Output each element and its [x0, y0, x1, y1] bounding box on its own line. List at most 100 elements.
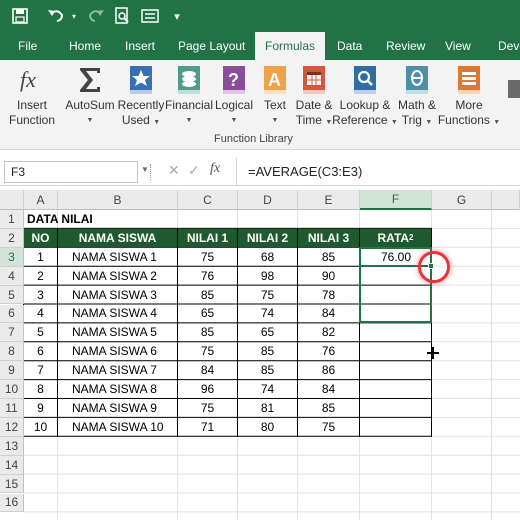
row-header-10[interactable]: 10	[0, 380, 24, 399]
text-button[interactable]: A Text ▼	[258, 64, 292, 136]
cell-nilai-2[interactable]: 74	[238, 380, 297, 398]
cell-rata[interactable]	[360, 342, 431, 360]
tab-review[interactable]: Review	[386, 32, 425, 60]
tab-home[interactable]: Home	[69, 32, 101, 60]
recently-used-button[interactable]: Recently Used ▼	[118, 64, 164, 136]
lookup-reference-button[interactable]: Lookup & Reference ▼	[332, 64, 398, 136]
cell-nama[interactable]: NAMA SISWA 8	[58, 380, 177, 398]
cell-nama[interactable]: NAMA SISWA 6	[58, 342, 177, 360]
cell-nilai-1[interactable]: 84	[178, 361, 237, 379]
cell-nilai-2[interactable]: 65	[238, 323, 297, 341]
column-header-b[interactable]: B	[58, 190, 178, 210]
cell-no[interactable]: 3	[24, 286, 57, 304]
cell-nilai-1[interactable]: 85	[178, 286, 237, 304]
header-nilai-2[interactable]: NILAI 2	[238, 228, 297, 247]
print-preview-icon[interactable]	[110, 4, 134, 28]
column-header-e[interactable]: E	[298, 190, 360, 210]
row-header-3[interactable]: 3	[0, 247, 24, 267]
cell-nilai-3[interactable]: 85	[298, 248, 359, 266]
formula-input[interactable]: =AVERAGE(C3:E3)	[248, 158, 362, 186]
column-header-h[interactable]	[492, 190, 520, 210]
cell-rata[interactable]	[360, 380, 431, 398]
logical-button[interactable]: ? Logical ▼	[212, 64, 256, 136]
cell-no[interactable]: 7	[24, 361, 57, 379]
cell-no[interactable]: 8	[24, 380, 57, 398]
select-all-corner[interactable]	[0, 190, 24, 210]
insert-function-icon[interactable]: fx	[210, 161, 220, 177]
cell-rata[interactable]	[360, 418, 431, 436]
cell-nama[interactable]: NAMA SISWA 4	[58, 305, 177, 323]
cell-no[interactable]: 9	[24, 399, 57, 417]
cell-nilai-1[interactable]: 85	[178, 323, 237, 341]
cell-no[interactable]: 2	[24, 267, 57, 285]
autosum-button[interactable]: AutoSum ▼	[64, 64, 116, 136]
cell-no[interactable]: 5	[24, 323, 57, 341]
cell-nama[interactable]: NAMA SISWA 3	[58, 286, 177, 304]
cell-nama[interactable]: NAMA SISWA 9	[58, 399, 177, 417]
cell-nilai-3[interactable]: 85	[298, 399, 359, 417]
cell-nilai-2[interactable]: 74	[238, 305, 297, 323]
cell-nilai-3[interactable]: 90	[298, 267, 359, 285]
cell-nama[interactable]: NAMA SISWA 7	[58, 361, 177, 379]
column-header-f[interactable]: F	[360, 190, 432, 210]
worksheet-grid[interactable]: A B C D E F G 1 2 3 4 5 6 7 8 9 10 11 12 13 14 15 16 DATA NILAI…	[0, 190, 520, 520]
tab-view[interactable]: View	[445, 32, 471, 60]
header-rata[interactable]: RATA 2	[360, 228, 431, 247]
name-manager-icon[interactable]	[508, 68, 520, 128]
cell-nilai-2[interactable]: 81	[238, 399, 297, 417]
cell-nilai-3[interactable]: 76	[298, 342, 359, 360]
cell-nilai-1[interactable]: 75	[178, 248, 237, 266]
cell-nilai-2[interactable]: 98	[238, 267, 297, 285]
cell-nilai-3[interactable]: 82	[298, 323, 359, 341]
header-nilai-3[interactable]: NILAI 3	[298, 228, 359, 247]
cell-nilai-3[interactable]: 78	[298, 286, 359, 304]
undo-dropdown-icon[interactable]: ▾	[68, 4, 80, 28]
row-header-14[interactable]: 14	[0, 455, 24, 475]
cell-nilai-3[interactable]: 75	[298, 418, 359, 436]
cell-nilai-1[interactable]: 76	[178, 267, 237, 285]
form-icon[interactable]	[138, 4, 162, 28]
header-nama-siswa[interactable]: NAMA SISWA	[58, 228, 177, 247]
row-header-15[interactable]: 15	[0, 474, 24, 494]
column-header-a[interactable]: A	[24, 190, 58, 210]
row-header-2[interactable]: 2	[0, 228, 24, 248]
cell-rata[interactable]	[360, 361, 431, 379]
tab-formulas[interactable]: Formulas	[255, 32, 325, 60]
financial-button[interactable]: Financial ▼	[165, 64, 213, 136]
name-box-dropdown-icon[interactable]: ▼	[141, 165, 149, 174]
cell-rata[interactable]	[360, 323, 431, 341]
cell-nama[interactable]: NAMA SISWA 2	[58, 267, 177, 285]
column-header-c[interactable]: C	[178, 190, 238, 210]
row-header-4[interactable]: 4	[0, 266, 24, 286]
tab-data[interactable]: Data	[337, 32, 362, 60]
column-header-g[interactable]: G	[432, 190, 492, 210]
tab-developer[interactable]: Deve	[498, 32, 520, 60]
more-functions-button[interactable]: More Functions ▼	[438, 64, 500, 136]
header-no[interactable]: NO	[24, 228, 57, 247]
cell-nilai-1[interactable]: 75	[178, 342, 237, 360]
formula-bar-splitter[interactable]	[150, 164, 154, 180]
cell-nilai-1[interactable]: 96	[178, 380, 237, 398]
cell-nilai-2[interactable]: 75	[238, 286, 297, 304]
cell-nilai-1[interactable]: 75	[178, 399, 237, 417]
cell-nama[interactable]: NAMA SISWA 1	[58, 248, 177, 266]
row-header-1[interactable]: 1	[0, 210, 24, 229]
cell-nilai-1[interactable]: 71	[178, 418, 237, 436]
tab-page-layout[interactable]: Page Layout	[178, 32, 245, 60]
cell-no[interactable]: 10	[24, 418, 57, 436]
cell-nilai-3[interactable]: 84	[298, 380, 359, 398]
cell-nilai-2[interactable]: 80	[238, 418, 297, 436]
cell-nama[interactable]: NAMA SISWA 5	[58, 323, 177, 341]
math-trig-button[interactable]: Math & Trig ▼	[394, 64, 440, 136]
row-header-9[interactable]: 9	[0, 361, 24, 381]
date-time-button[interactable]: Date & Time ▼	[292, 64, 336, 136]
insert-function-button[interactable]: fx Insert Function	[6, 64, 58, 136]
cell-nilai-2[interactable]: 85	[238, 342, 297, 360]
row-header-6[interactable]: 6	[0, 304, 24, 324]
row-header-12[interactable]: 12	[0, 417, 24, 437]
cell-no[interactable]: 4	[24, 305, 57, 323]
name-box[interactable]: F3	[4, 161, 138, 183]
cell-nilai-1[interactable]: 65	[178, 305, 237, 323]
customize-icon[interactable]: ▾	[170, 4, 184, 28]
cell-nilai-2[interactable]: 85	[238, 361, 297, 379]
